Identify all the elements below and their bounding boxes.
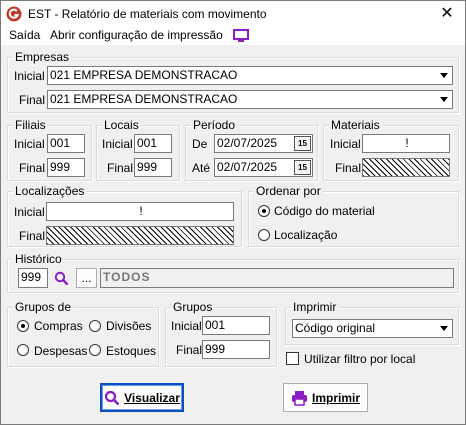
filtro-local-label[interactable]: Utilizar filtro por local: [304, 352, 415, 366]
filial-inicial-input[interactable]: 001: [47, 134, 85, 153]
data-final-input[interactable]: 02/07/2025 15: [214, 158, 313, 177]
localizacoes-final-label: Final: [19, 229, 46, 243]
grupos-despesas-label[interactable]: Despesas: [34, 344, 87, 358]
local-final-input[interactable]: 999: [134, 158, 172, 177]
locais-final-label: Final: [107, 161, 134, 175]
imprimir-group: Imprimir Código original: [285, 300, 459, 345]
periodo-de-label: De: [192, 137, 208, 151]
locais-group: Locais Inicial 001 Final 999: [96, 118, 180, 181]
material-inicial-input[interactable]: !: [362, 134, 450, 153]
filiais-group: Filiais Inicial 001 Final 999: [7, 118, 92, 181]
grupos-divisoes-radio[interactable]: [89, 320, 101, 332]
ordenar-codigo-radio[interactable]: [258, 205, 270, 217]
filiais-legend: Filiais: [13, 118, 48, 132]
grupos-compras-label[interactable]: Compras: [34, 319, 83, 333]
grupo-final-input[interactable]: 999: [202, 340, 270, 359]
chevron-down-icon[interactable]: [436, 321, 451, 336]
grupos-de-group: Grupos de Compras Divisões Despesas Esto…: [7, 300, 159, 367]
material-final-input[interactable]: [362, 158, 450, 177]
title-bar: EST - Relatório de materiais com movimen…: [1, 1, 465, 27]
app-logo-icon: [6, 6, 22, 22]
grupos-divisoes-label[interactable]: Divisões: [106, 319, 151, 333]
historico-legend: Histórico: [13, 252, 64, 266]
locais-inicial-label: Inicial: [102, 137, 133, 151]
imprimir-button[interactable]: Imprimir: [283, 383, 368, 412]
local-inicial-input[interactable]: 001: [134, 134, 172, 153]
imprimir-label: Imprimir: [311, 390, 360, 405]
chevron-down-icon[interactable]: [436, 92, 451, 107]
menu-print-config[interactable]: Abrir configuração de impressão: [50, 28, 223, 42]
close-button[interactable]: ✕: [437, 4, 457, 24]
historico-description: TODOS: [100, 268, 454, 288]
filiais-inicial-label: Inicial: [14, 137, 45, 151]
materiais-final-label: Final: [335, 161, 362, 175]
empresas-final-label: Final: [19, 93, 46, 107]
printer-icon: [291, 390, 307, 406]
data-inicial-value: 02/07/2025: [217, 136, 278, 150]
visualizar-label: Visualizar: [124, 390, 180, 405]
empresas-legend: Empresas: [13, 50, 72, 64]
visualizar-button[interactable]: Visualizar: [100, 383, 184, 412]
data-inicial-input[interactable]: 02/07/2025 15: [214, 134, 313, 153]
periodo-group: Período De 02/07/2025 15 Até 02/07/2025 …: [185, 118, 318, 181]
ordenar-localizacao-radio[interactable]: [258, 229, 270, 241]
report-window: EST - Relatório de materiais com movimen…: [0, 0, 466, 425]
filiais-final-label: Final: [19, 161, 46, 175]
materiais-inicial-label: Inicial: [330, 137, 361, 151]
ordenar-codigo-label[interactable]: Código do material: [274, 204, 375, 218]
empresa-inicial-select[interactable]: 021 EMPRESA DEMONSTRACAO: [47, 66, 453, 85]
grupos-estoques-radio[interactable]: [89, 344, 101, 356]
empresa-final-select[interactable]: 021 EMPRESA DEMONSTRACAO: [47, 90, 453, 109]
calendar-icon[interactable]: 15: [294, 136, 311, 151]
grupos-compras-radio[interactable]: [17, 320, 29, 332]
localizacoes-legend: Localizações: [13, 184, 87, 198]
imprimir-select[interactable]: Código original: [292, 319, 453, 338]
menu-saida[interactable]: Saída: [9, 28, 40, 42]
historico-group: Histórico 999 ... TODOS: [7, 252, 459, 293]
materiais-legend: Materiais: [329, 118, 382, 132]
empresa-inicial-value: 021 EMPRESA DEMONSTRACAO: [50, 68, 238, 82]
filial-final-input[interactable]: 999: [47, 158, 85, 177]
calendar-icon[interactable]: 15: [294, 160, 311, 175]
window-title: EST - Relatório de materiais com movimen…: [28, 7, 267, 21]
grupos-de-legend: Grupos de: [13, 300, 74, 314]
localizacao-inicial-input[interactable]: !: [46, 202, 234, 221]
locais-legend: Locais: [102, 118, 141, 132]
grupo-inicial-input[interactable]: 001: [202, 316, 270, 335]
search-icon[interactable]: [54, 271, 69, 286]
grupos-estoques-label[interactable]: Estoques: [106, 344, 156, 358]
localizacoes-group: Localizações Inicial ! Final: [7, 184, 242, 247]
grupos-group: Grupos Inicial 001 Final 999: [165, 300, 277, 367]
monitor-icon[interactable]: [233, 29, 249, 42]
imprimir-legend: Imprimir: [291, 300, 339, 314]
empresa-final-value: 021 EMPRESA DEMONSTRACAO: [50, 92, 238, 106]
chevron-down-icon[interactable]: [436, 68, 451, 83]
materiais-group: Materiais Inicial ! Final: [323, 118, 459, 181]
grupos-despesas-radio[interactable]: [17, 344, 29, 356]
magnifier-icon: [104, 390, 120, 405]
ordenar-legend: Ordenar por: [254, 184, 323, 198]
menu-bar: Saída Abrir configuração de impressão: [1, 27, 465, 45]
ordenar-localizacao-label[interactable]: Localização: [274, 228, 337, 242]
periodo-legend: Período: [191, 118, 238, 132]
filtro-local-checkbox[interactable]: [286, 352, 299, 365]
empresas-group: Empresas Inicial 021 EMPRESA DEMONSTRACA…: [7, 50, 459, 113]
periodo-ate-label: Até: [192, 161, 211, 175]
localizacoes-inicial-label: Inicial: [14, 205, 45, 219]
empresas-inicial-label: Inicial: [14, 69, 45, 83]
imprimir-selected-value: Código original: [295, 321, 376, 335]
historico-code-input[interactable]: 999: [18, 268, 48, 288]
grupos-legend: Grupos: [171, 300, 215, 314]
localizacao-final-input[interactable]: [46, 226, 234, 245]
historico-more-button[interactable]: ...: [76, 268, 97, 288]
data-final-value: 02/07/2025: [217, 160, 278, 174]
ordenar-group: Ordenar por Código do material Localizaç…: [248, 184, 459, 247]
grupos-final-label: Final: [176, 343, 203, 357]
grupos-inicial-label: Inicial: [171, 319, 202, 333]
